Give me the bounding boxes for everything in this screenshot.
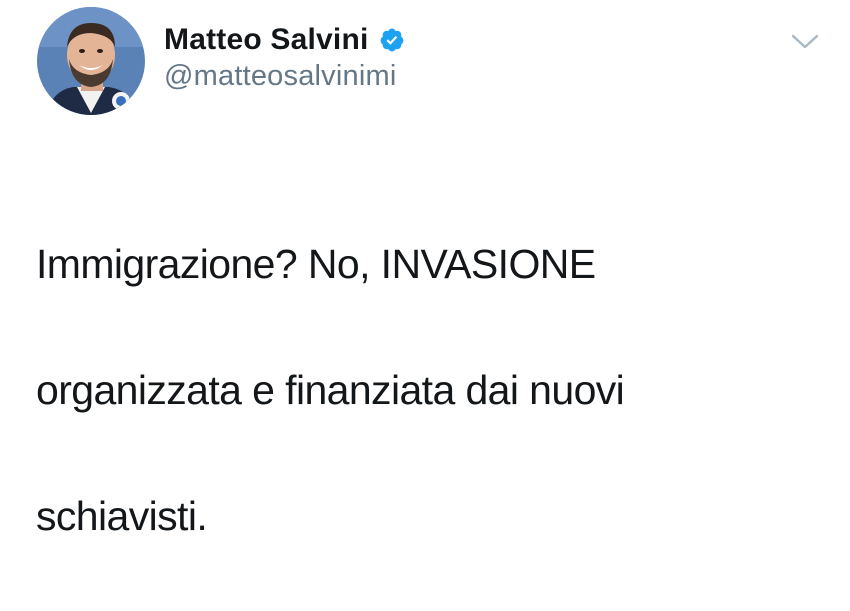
verified-badge-icon bbox=[379, 27, 405, 53]
tweet-text: Immigrazione? No, INVASIONE organizzata … bbox=[36, 170, 816, 611]
tweet-card: Matteo Salvini @matteosalvinimi Immigraz… bbox=[0, 0, 850, 539]
avatar[interactable] bbox=[37, 7, 145, 115]
author-handle[interactable]: @matteosalvinimi bbox=[164, 60, 396, 93]
tweet-text-line: organizzata e finanziata dai nuovi bbox=[36, 367, 625, 413]
avatar-image bbox=[37, 7, 145, 115]
tweet-text-line: schiavisti. bbox=[36, 493, 208, 539]
author-row: Matteo Salvini bbox=[164, 20, 405, 60]
chevron-down-icon[interactable] bbox=[790, 30, 820, 52]
author-name[interactable]: Matteo Salvini bbox=[164, 23, 369, 57]
tweet-text-line: Immigrazione? No, INVASIONE bbox=[36, 241, 596, 287]
